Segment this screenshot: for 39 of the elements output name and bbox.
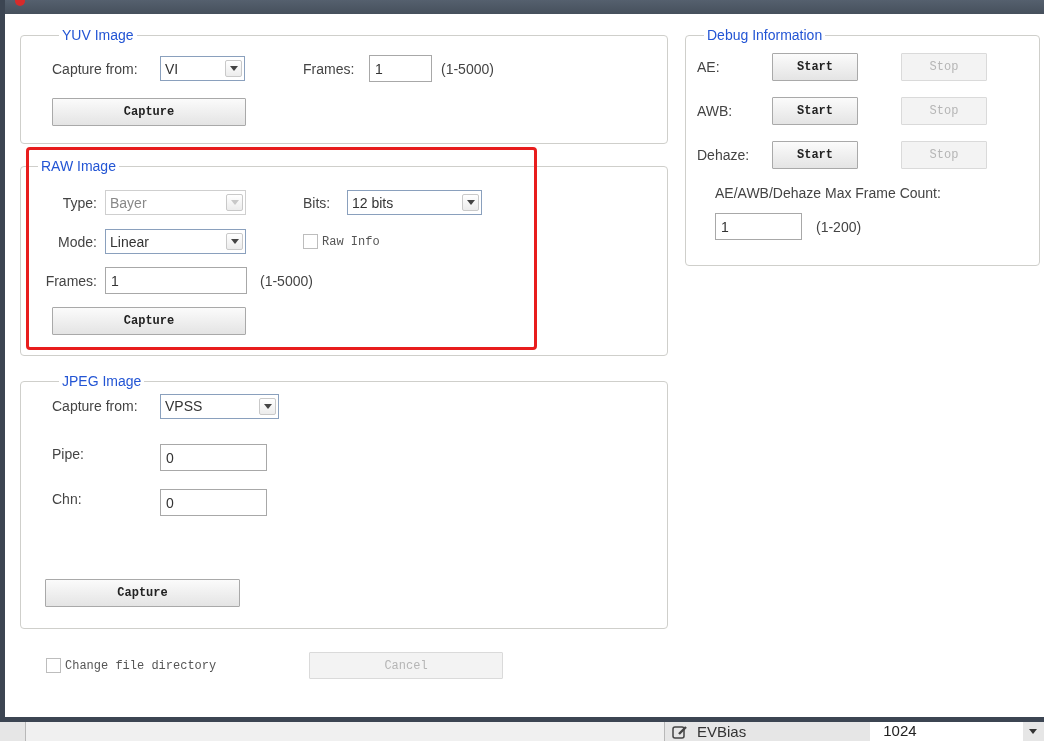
button[interactable]: Start: [772, 53, 858, 81]
button[interactable]: Start: [772, 141, 858, 169]
group-title: Debug Information: [706, 28, 824, 42]
field-label: Frames:: [303, 60, 356, 77]
field-label: Bits:: [303, 194, 332, 211]
group-title: YUV Image: [61, 28, 135, 42]
field-label: AE/AWB/Dehaze Max Frame Count:: [715, 185, 941, 201]
button[interactable]: Capture: [45, 579, 240, 607]
input-field[interactable]: 1: [369, 55, 432, 82]
field-label: Type:: [61, 194, 97, 211]
button[interactable]: Start: [772, 97, 858, 125]
input-field[interactable]: 1: [105, 267, 247, 294]
dropdown[interactable]: VPSS: [160, 393, 279, 419]
field-label: Dehaze:: [697, 147, 751, 163]
input-field[interactable]: 0: [160, 444, 267, 471]
dropdown[interactable]: VI: [160, 56, 245, 81]
checkbox-label: Raw Info: [322, 234, 380, 249]
group-title: RAW Image: [40, 159, 117, 173]
field-label: Frames:: [44, 272, 97, 289]
input-field[interactable]: 1: [715, 213, 802, 240]
field-label: Capture from:: [52, 398, 139, 414]
group-title: JPEG Image: [61, 374, 143, 388]
field-label: AWB:: [697, 103, 734, 119]
row-label: EVBias: [697, 723, 747, 740]
value-field[interactable]: 1024: [870, 722, 1024, 741]
button[interactable]: Capture: [52, 307, 246, 335]
range-hint: (1-5000): [441, 60, 494, 77]
input-field[interactable]: 0: [160, 489, 267, 516]
dropdown[interactable]: Linear: [105, 229, 246, 254]
field-label: Chn:: [52, 490, 83, 507]
field-label: Pipe:: [52, 445, 85, 462]
checkbox-label: Change file directory: [65, 658, 217, 673]
dropdown[interactable]: 12 bits: [347, 190, 482, 215]
field-label: Capture from:: [52, 60, 139, 77]
range-hint: (1-5000): [260, 272, 313, 289]
field-label: AE:: [697, 59, 721, 75]
range-hint: (1-200): [816, 218, 862, 235]
button[interactable]: Capture: [52, 98, 246, 126]
field-label: Mode:: [57, 233, 97, 250]
